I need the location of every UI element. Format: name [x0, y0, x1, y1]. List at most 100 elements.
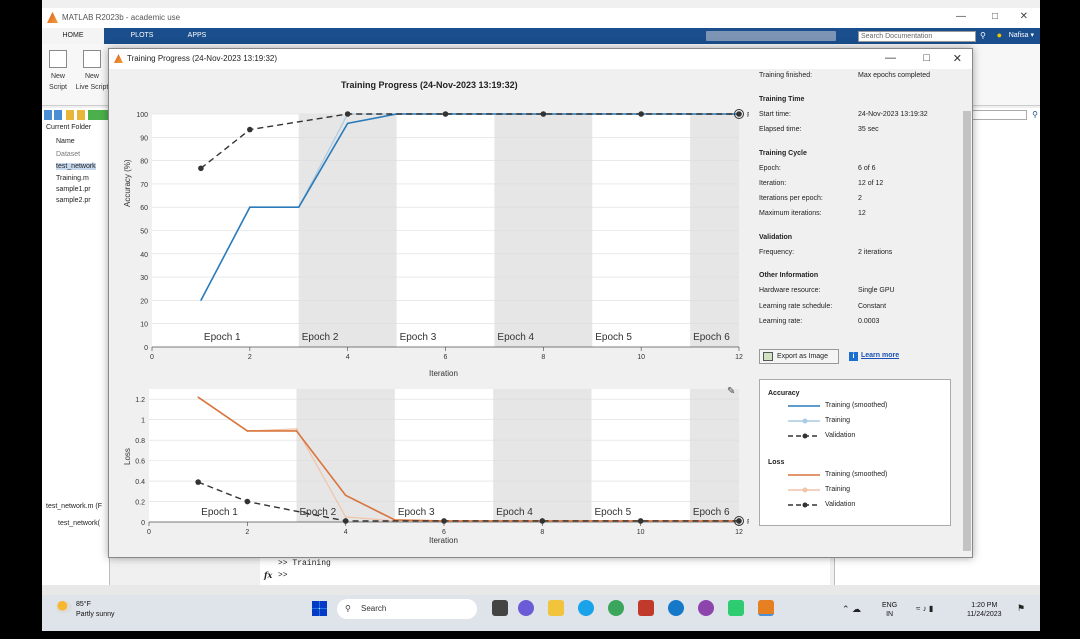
info-learning-rate: Learning rate: 0.0003 [759, 318, 880, 325]
info-lr-schedule: Learning rate schedule: Constant [759, 303, 887, 310]
loss-xtick-label: 0 [147, 529, 151, 536]
file-item-sample2[interactable]: sample2.pr [56, 197, 91, 204]
tab-plots[interactable]: PLOTS [122, 28, 162, 44]
info-training-cycle-header: Training Cycle [759, 150, 807, 157]
browser-icon[interactable] [668, 600, 684, 616]
folder-item-dataset[interactable]: Dataset [56, 151, 80, 158]
training-info-panel: Training finished: Max epochs completed T… [759, 69, 959, 557]
plot-title: Training Progress (24-Nov-2023 13:19:32) [341, 80, 518, 90]
training-maximize-icon[interactable]: □ [923, 52, 930, 64]
acc-validation-point [540, 111, 547, 117]
acc-epoch-label: Epoch 3 [400, 332, 437, 343]
info-epoch: Epoch: 6 of 6 [759, 165, 876, 172]
training-minimize-icon[interactable]: — [885, 52, 896, 64]
acc-ytick-label: 100 [136, 112, 148, 119]
close-icon[interactable]: ✕ [1020, 11, 1028, 22]
acc-xtick-label: 10 [637, 354, 645, 361]
loss-validation-point [637, 518, 644, 524]
acc-validation-point [344, 111, 351, 117]
learn-more-link[interactable]: Learn more [861, 352, 899, 359]
mcafee-icon[interactable] [638, 600, 654, 616]
info-scrollbar[interactable] [962, 71, 972, 556]
details-file-name: test_network.m (F [46, 503, 103, 510]
wifi-volume-battery-icons[interactable]: ≈ ♪ ▮ [916, 604, 933, 613]
folder-name-header[interactable]: Name [56, 138, 75, 145]
folder-nav-toolbar[interactable] [44, 110, 108, 120]
acc-ytick-label: 80 [140, 159, 148, 166]
info-iterations-per-epoch: Iterations per epoch: 2 [759, 195, 862, 202]
legend-loss-smoothed: Training (smoothed) [825, 471, 888, 478]
loss-final-label: Final [747, 519, 749, 526]
loss-xlabel: Iteration [429, 536, 458, 545]
scrollbar-thumb[interactable] [963, 111, 971, 551]
training-window-titlebar: Training Progress (24-Nov-2023 13:19:32)… [109, 49, 972, 69]
acc-epoch-label: Epoch 2 [302, 332, 339, 343]
user-menu[interactable]: Nafisa ▾ [1009, 31, 1034, 39]
system-tray-icons[interactable]: ⌃ ☁ [842, 604, 861, 615]
minimize-icon[interactable]: — [956, 11, 966, 22]
tab-home[interactable]: HOME [42, 28, 104, 44]
clock[interactable]: 1:20 PM 11/24/2023 [967, 601, 1002, 619]
quick-access-toolbar[interactable] [706, 31, 836, 41]
acc-validation-point [198, 165, 204, 172]
new-live-script-button[interactable]: New Live Script [72, 50, 112, 93]
loss-ytick-label: 0.8 [135, 438, 145, 445]
legend-loss-training-marker [802, 487, 808, 493]
loss-chart: Epoch 1 Epoch 2 Epoch 3 Epoch 4 Epoch 5 Epoch… [135, 389, 749, 536]
acc-ytick-label: 50 [140, 229, 148, 236]
file-item-test-network[interactable]: test_network [56, 163, 96, 170]
info-frequency: Frequency: 2 iterations [759, 249, 893, 256]
matlab-logo-icon [47, 12, 58, 23]
loss-validation-point [195, 479, 201, 485]
info-icon: i [849, 352, 858, 361]
acc-ytick-label: 0 [144, 345, 148, 352]
task-view-icon[interactable] [492, 600, 508, 616]
training-window-title: Training Progress (24-Nov-2023 13:19:32) [127, 54, 278, 63]
maximize-icon[interactable]: □ [992, 11, 998, 22]
file-explorer-icon[interactable] [548, 600, 564, 616]
loss-epoch-label: Epoch 1 [201, 507, 238, 518]
tab-apps[interactable]: APPS [177, 28, 217, 44]
loss-validation-point [441, 518, 447, 524]
loss-training-point [344, 515, 347, 518]
weather-widget[interactable]: 85°F Partly sunny [76, 600, 115, 620]
accuracy-chart: Epoch 1 Epoch 2 Epoch 3 Epoch 4 Epoch 5 Epoch… [136, 109, 749, 361]
command-window[interactable]: >> Training fx >> [260, 555, 830, 587]
workspace-search-icon[interactable]: ⚲ [1032, 110, 1038, 119]
weather-icon [56, 601, 72, 613]
notification-icon[interactable]: ⚑ [1017, 603, 1025, 614]
language-indicator[interactable]: ENG IN [882, 601, 897, 619]
teams-icon[interactable] [518, 600, 534, 616]
info-other-header: Other Information [759, 272, 819, 279]
info-validation-header: Validation [759, 234, 793, 241]
loss-epoch-band [493, 389, 592, 522]
file-item-sample1[interactable]: sample1.pr [56, 186, 91, 193]
fx-icon: fx [264, 570, 273, 580]
bell-icon[interactable]: ● [997, 30, 1002, 40]
loss-xtick-label: 6 [442, 529, 446, 536]
taskbar-search-icon: ⚲ [345, 604, 351, 613]
acc-xtick-label: 6 [444, 354, 448, 361]
clock-date: 11/24/2023 [967, 611, 1002, 618]
edit-plot-icon[interactable]: ✎ [727, 386, 735, 397]
edge-icon[interactable] [578, 600, 594, 616]
chrome-icon[interactable] [608, 600, 624, 616]
export-as-image-button[interactable]: Export as Image [759, 349, 839, 364]
search-icon[interactable]: ⚲ [980, 31, 990, 41]
details-function-item[interactable]: test_network( [58, 520, 100, 527]
acc-epoch-label: Epoch 6 [693, 332, 730, 343]
loss-validation-point [244, 498, 251, 505]
acc-ytick-label: 10 [140, 322, 148, 329]
loss-validation-point [736, 518, 742, 524]
accuracy-ylabel: Accuracy (%) [123, 159, 132, 207]
qgis-icon[interactable] [728, 600, 744, 616]
app-icon[interactable] [698, 600, 714, 616]
matlab-taskbar-icon[interactable] [758, 600, 774, 616]
windows-start-icon[interactable] [312, 601, 327, 616]
training-close-icon[interactable]: ✕ [953, 52, 962, 65]
search-documentation-input[interactable]: Search Documentation [858, 31, 976, 42]
loss-xtick-label: 10 [637, 529, 645, 536]
file-item-training[interactable]: Training.m [56, 175, 89, 182]
weather-desc: Partly sunny [76, 611, 115, 618]
taskbar-search[interactable]: ⚲ Search [337, 599, 477, 619]
